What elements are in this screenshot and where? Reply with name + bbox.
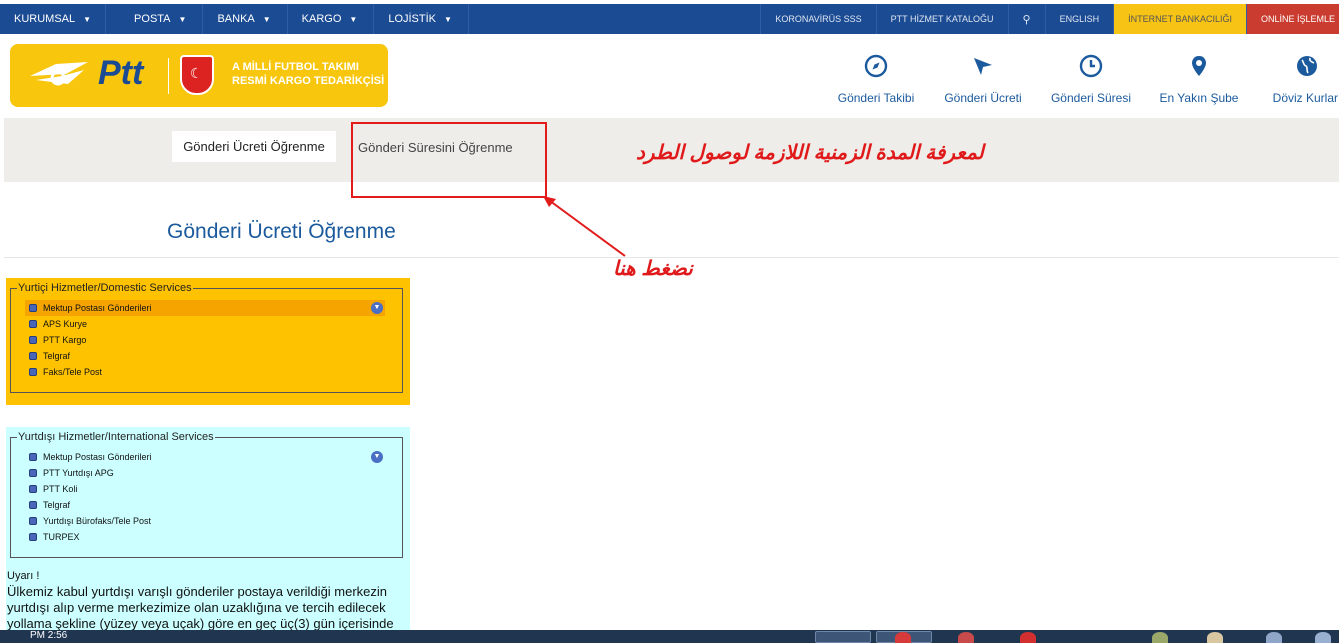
top-navigation-bar: KURUMSAL ▼ POSTA ▼ BANKA ▼ KARGO ▼ LOJİSTİK ▼… <box>0 4 1339 34</box>
nav-service-catalog[interactable]: PTT HİZMET KATALOĞU <box>875 4 1008 34</box>
nav-kargo[interactable]: KARGO ▼ <box>288 4 375 34</box>
domestic-services-panel: Yurtiçi Hizmetler/Domestic Services Mekt… <box>6 278 410 405</box>
app-icon <box>1207 632 1223 643</box>
international-legend: Yurtdışı Hizmetler/International Service… <box>18 431 214 443</box>
warning-notice: Uyarı ! Ülkemiz kabul yurtdışı varışlı g… <box>7 568 407 632</box>
warning-text: Ülkemiz kabul yurtdışı varışlı gönderile… <box>7 584 394 631</box>
app-icon <box>895 632 911 643</box>
logo-divider <box>168 58 169 94</box>
caret-down-icon: ▼ <box>178 14 187 24</box>
intl-option-apg[interactable]: PTT Yurtdışı APG <box>25 465 385 481</box>
checkbox-icon <box>29 485 37 493</box>
logo-tagline: A MİLLİ FUTBOL TAKIMI RESMİ KARGO TEDARİ… <box>232 61 385 87</box>
service-nearest-branch[interactable]: En Yakın Şube <box>1144 54 1254 105</box>
checkbox-icon <box>29 304 37 312</box>
app-icon <box>958 632 974 643</box>
ptt-logo[interactable]: Ptt ☾ A MİLLİ FUTBOL TAKIMI RESMİ KARGO … <box>10 44 388 107</box>
app-icon <box>1152 632 1168 643</box>
checkbox-icon <box>29 320 37 328</box>
search-icon[interactable]: ⚲ <box>1007 4 1045 34</box>
intl-option-turpex[interactable]: TURPEX <box>25 529 385 545</box>
clock-icon <box>1079 54 1103 78</box>
caret-down-icon: ▼ <box>262 14 271 24</box>
checkbox-icon <box>29 533 37 541</box>
service-tracking[interactable]: Gönderi Takibi <box>821 54 931 105</box>
annotation-explanation: لمعرفة المدة الزمنية اللازمة لوصول الطرد <box>636 142 984 164</box>
service-duration[interactable]: Gönderi Süresi <box>1036 54 1146 105</box>
service-fee[interactable]: Gönderi Ücreti <box>928 54 1038 105</box>
checkbox-icon <box>29 517 37 525</box>
checkbox-icon <box>29 352 37 360</box>
map-pin-icon <box>1192 56 1206 76</box>
domestic-option-telegraph[interactable]: Telgraf <box>25 348 385 364</box>
nav-lojistik[interactable]: LOJİSTİK ▼ <box>374 4 469 34</box>
chevron-down-icon[interactable]: ▼ <box>371 302 383 314</box>
checkbox-icon <box>29 501 37 509</box>
checkbox-icon <box>29 368 37 376</box>
caret-down-icon: ▼ <box>444 14 452 24</box>
domestic-option-fax[interactable]: Faks/Tele Post <box>25 364 385 380</box>
tab-fee-calculation[interactable]: Gönderi Ücreti Öğrenme <box>172 131 336 162</box>
checkbox-icon <box>29 469 37 477</box>
page-title: Gönderi Ücreti Öğrenme <box>167 220 396 243</box>
divider <box>4 257 1339 258</box>
os-taskbar: PM 2:56 <box>0 630 1339 643</box>
checkbox-icon <box>29 453 37 461</box>
nav-posta[interactable]: POSTA ▼ <box>106 4 204 34</box>
international-fieldset: Yurtdışı Hizmetler/International Service… <box>10 431 403 558</box>
nav-english[interactable]: ENGLISH <box>1044 4 1114 34</box>
nav-online-transactions[interactable]: ONLİNE İŞLEMLE <box>1245 4 1339 34</box>
domestic-option-aps[interactable]: APS Kurye <box>25 316 385 332</box>
taskbar-app-button[interactable] <box>815 631 871 643</box>
ptt-brand-text: Ptt <box>98 54 144 92</box>
intl-option-parcel[interactable]: PTT Koli <box>25 481 385 497</box>
nav-internet-banking[interactable]: İNTERNET BANKACILIĞI <box>1113 4 1246 34</box>
annotation-click-here: نضغط هنا <box>613 258 693 280</box>
intl-option-letter[interactable]: Mektup Postası Gönderileri ▼ <box>25 449 385 465</box>
caret-down-icon: ▼ <box>83 14 92 24</box>
app-icon <box>1266 632 1282 643</box>
domestic-option-letter[interactable]: Mektup Postası Gönderileri ▼ <box>25 300 385 316</box>
annotation-highlight-box <box>351 122 547 198</box>
warning-title: Uyarı ! <box>7 570 40 582</box>
intl-option-telegraph[interactable]: Telgraf <box>25 497 385 513</box>
app-icon <box>1315 632 1331 643</box>
domestic-fieldset: Yurtiçi Hizmetler/Domestic Services Mekt… <box>10 282 403 393</box>
domestic-legend: Yurtiçi Hizmetler/Domestic Services <box>18 282 192 294</box>
intl-option-fax[interactable]: Yurtdışı Bürofaks/Tele Post <box>25 513 385 529</box>
domestic-option-cargo[interactable]: PTT Kargo <box>25 332 385 348</box>
caret-down-icon: ▼ <box>349 14 358 24</box>
compass-icon <box>864 54 888 78</box>
globe-icon <box>1297 56 1317 76</box>
ptt-wing-icon <box>30 62 88 86</box>
paper-plane-icon <box>974 58 992 75</box>
checkbox-icon <box>29 336 37 344</box>
tff-crest-icon: ☾ <box>180 55 214 95</box>
app-icon <box>1020 632 1036 643</box>
nav-banka[interactable]: BANKA ▼ <box>203 4 288 34</box>
nav-corona-faq[interactable]: KORONAVİRÜS SSS <box>760 4 875 34</box>
taskbar-clock: PM 2:56 <box>30 630 68 641</box>
nav-kurumsal[interactable]: KURUMSAL ▼ <box>0 4 107 34</box>
service-exchange-rates[interactable]: Döviz Kurları <box>1252 54 1339 105</box>
chevron-down-icon[interactable]: ▼ <box>371 451 383 463</box>
